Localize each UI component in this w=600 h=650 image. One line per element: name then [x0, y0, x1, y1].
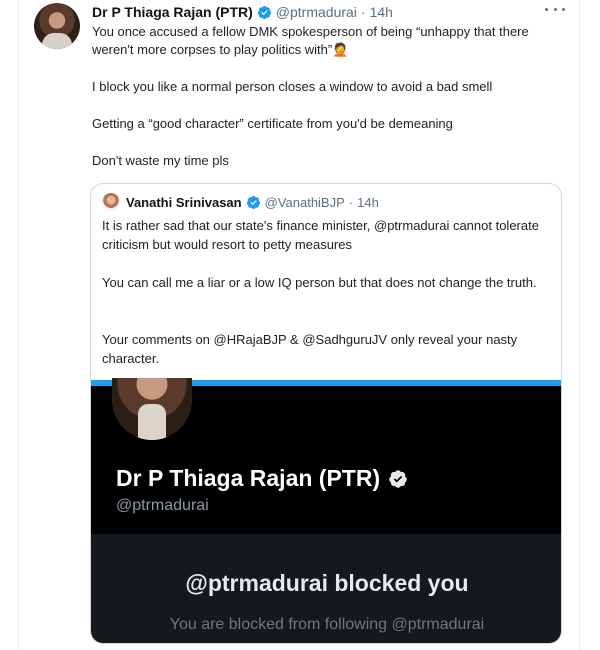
tweet-paragraph: I block you like a normal person closes …: [92, 79, 493, 94]
tweet-paragraph: You once accused a fellow DMK spokespers…: [92, 24, 529, 57]
quoted-tweet[interactable]: Vanathi Srinivasan @VanathiBJP · 14h It …: [90, 183, 562, 644]
blocked-title: @ptrmadurai blocked you: [185, 570, 469, 596]
author-handle[interactable]: @ptrmadurai: [276, 4, 357, 20]
quoted-tweet-header: Vanathi Srinivasan @VanathiBJP · 14h: [102, 193, 379, 211]
blocked-subtitle: You are blocked from following @ptrmadur…: [169, 616, 485, 633]
verified-badge-icon: [388, 469, 408, 489]
separator-dot: ·: [348, 194, 354, 210]
profile-avatar: [112, 378, 192, 440]
quoted-author-avatar[interactable]: [102, 193, 120, 211]
quoted-paragraph: Your comments on @HRajaBJP & @SadhguruJV…: [102, 332, 518, 366]
more-options-icon[interactable]: [545, 2, 565, 16]
quoted-paragraph: It is rather sad that our state's financ…: [102, 218, 539, 252]
profile-header-panel: Dr P Thiaga Rajan (PTR) @ptrmadurai: [91, 378, 561, 534]
author-avatar[interactable]: [34, 3, 80, 49]
profile-name: Dr P Thiaga Rajan (PTR): [116, 465, 408, 492]
verified-badge-icon: [257, 5, 272, 20]
tweet-timestamp[interactable]: 14h: [370, 4, 393, 20]
separator-dot: ·: [360, 4, 366, 20]
verified-badge-icon: [246, 195, 261, 210]
attached-screenshot-image[interactable]: Dr P Thiaga Rajan (PTR) @ptrmadurai @ptr…: [91, 378, 561, 643]
quoted-author-handle[interactable]: @VanathiBJP: [265, 195, 345, 210]
tweet-paragraph: Getting a “good character” certificate f…: [92, 116, 453, 131]
profile-handle: @ptrmadurai: [116, 497, 209, 514]
tweet-paragraph: Don't waste my time pls: [92, 153, 229, 168]
quoted-paragraph: You can call me a liar or a low IQ perso…: [102, 275, 537, 290]
tweet-header: Dr P Thiaga Rajan (PTR) @ptrmadurai · 14…: [92, 3, 393, 21]
author-display-name[interactable]: Dr P Thiaga Rajan (PTR): [92, 4, 253, 20]
quoted-author-display-name[interactable]: Vanathi Srinivasan: [126, 195, 242, 210]
quoted-tweet-timestamp[interactable]: 14h: [357, 195, 379, 210]
profile-name-text: Dr P Thiaga Rajan (PTR): [116, 465, 381, 491]
